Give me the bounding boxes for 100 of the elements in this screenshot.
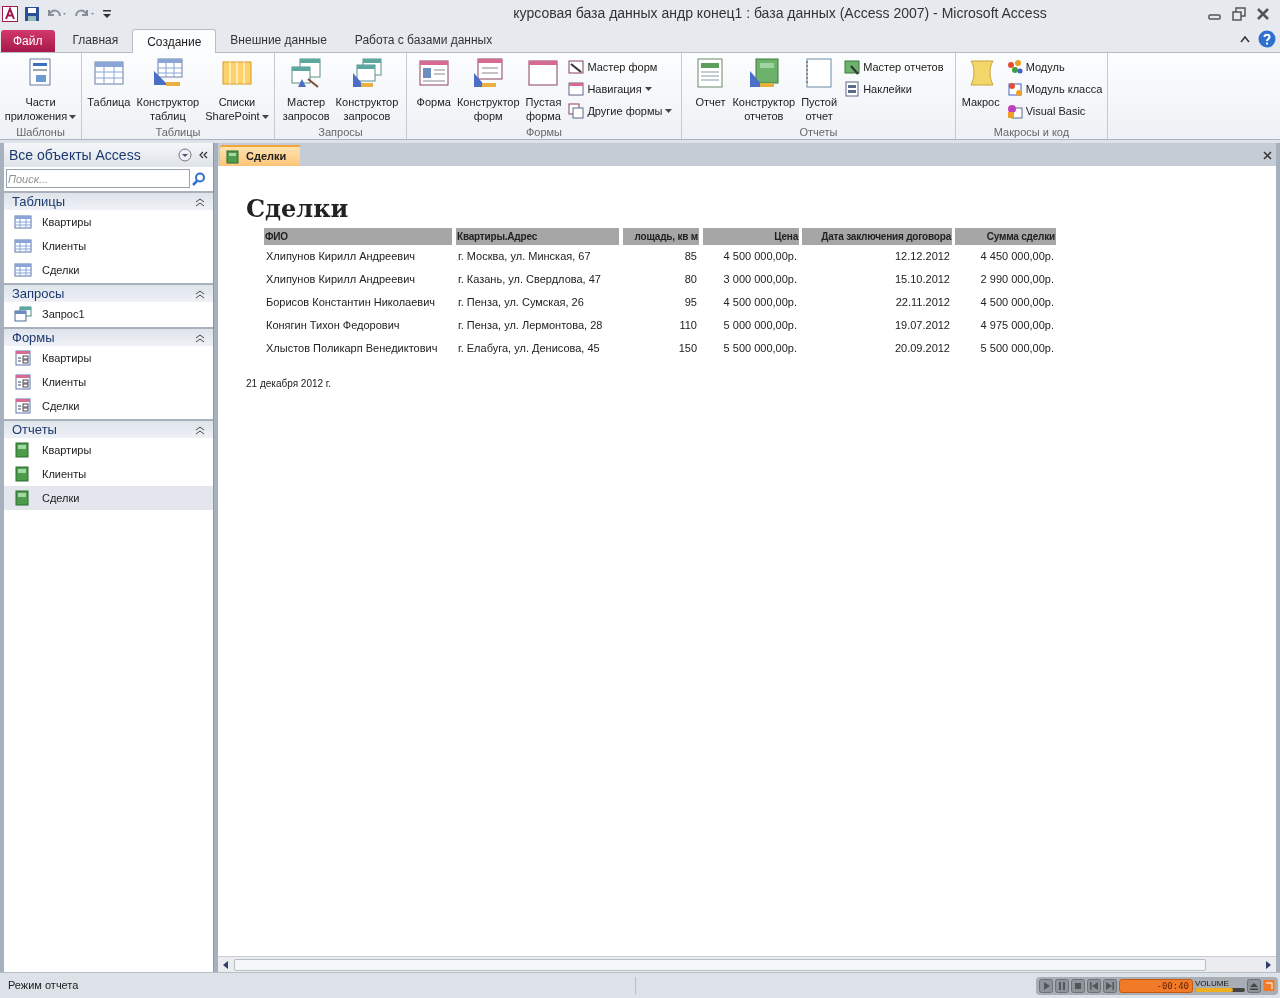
volume-slider[interactable] xyxy=(1195,988,1245,992)
section-header[interactable]: Таблицы xyxy=(4,191,213,210)
search-icon[interactable] xyxy=(192,171,206,186)
nav-item[interactable]: Клиенты xyxy=(4,462,213,486)
section-header[interactable]: Отчеты xyxy=(4,419,213,438)
report-icon xyxy=(14,490,32,506)
pause-icon[interactable] xyxy=(1055,978,1069,993)
pane-title: Все объекты Access xyxy=(9,145,141,165)
nav-item[interactable]: Клиенты xyxy=(4,234,213,258)
previous-icon[interactable] xyxy=(1087,978,1101,993)
save-icon[interactable] xyxy=(24,5,40,22)
ribbon-tab[interactable]: Файл xyxy=(1,30,55,52)
play-icon[interactable] xyxy=(1039,978,1053,993)
nav-item[interactable]: Квартиры xyxy=(4,346,213,370)
window-title: курсовая база данных андр конец1 : база данных (Access 2007) - Microsoft Access xyxy=(512,4,1048,23)
table-cell-text: 95 xyxy=(683,295,698,311)
ribbon-tab[interactable]: Создание xyxy=(132,29,217,53)
ribbon-button[interactable]: Конструктор запросов xyxy=(333,57,401,123)
help-icon[interactable] xyxy=(1258,30,1276,48)
ribbon-tab[interactable]: Внешние данные xyxy=(216,28,341,52)
table-cell-text: Хлипунов Кирилл Андреевич xyxy=(265,249,417,265)
document-tab[interactable]: Сделки xyxy=(220,145,301,166)
collapse-ribbon-icon[interactable] xyxy=(1240,35,1250,43)
section-header[interactable]: Запросы xyxy=(4,283,213,302)
table-cell-text: 19.07.2012 xyxy=(893,318,951,334)
volume-label: VOLUME xyxy=(1195,979,1229,988)
ribbon-button[interactable]: Форма xyxy=(414,57,453,109)
ribbon-button[interactable]: Конструктор форм xyxy=(454,57,522,123)
nav-item[interactable]: Квартиры xyxy=(4,438,213,462)
table-cell-text: г. Пенза, ул. Лермонтова, 28 xyxy=(457,318,604,334)
ribbon-button[interactable]: Конструктор таблиц xyxy=(134,57,202,123)
form-design-icon xyxy=(472,57,505,89)
nav-item[interactable]: Сделки xyxy=(4,394,213,418)
collapse-pane-icon[interactable] xyxy=(198,150,208,160)
ribbon-button[interactable]: Списки SharePoint xyxy=(203,57,271,123)
column-header: Квартиры.Адрес xyxy=(456,228,619,245)
group-label: Запросы xyxy=(317,125,364,139)
nav-item[interactable]: Запрос1 xyxy=(4,302,213,326)
table-cell-text: 5 500 000,00р. xyxy=(979,341,1055,357)
restore-icon[interactable] xyxy=(1232,6,1246,21)
ribbon-button[interactable]: Пустая форма xyxy=(523,57,564,123)
report-date: 21 декабря 2012 г. xyxy=(246,377,333,391)
ribbon-button[interactable]: Другие формы xyxy=(567,101,674,121)
ribbon-button[interactable]: Макрос xyxy=(959,57,1002,109)
time-display: -00:40 xyxy=(1119,978,1193,993)
form-icon xyxy=(14,398,32,414)
query-icon xyxy=(14,306,32,322)
group-label: Отчеты xyxy=(798,125,839,139)
ribbon-button[interactable]: Пустой отчет xyxy=(799,57,840,123)
table-cell-text: 2 990 000,00р. xyxy=(979,272,1055,288)
ribbon-button[interactable]: Мастер запросов xyxy=(280,57,332,123)
access-logo-icon[interactable] xyxy=(2,5,18,22)
scrollbar-thumb[interactable] xyxy=(234,958,1206,971)
form-wizard-icon xyxy=(568,59,585,75)
table-cell-text: 4 450 000,00р. xyxy=(979,249,1055,265)
ribbon-button[interactable]: Конструктор отчетов xyxy=(730,57,798,123)
nav-item[interactable]: Сделки xyxy=(4,258,213,282)
table-cell-text: Борисов Константин Николаевич xyxy=(265,295,437,311)
ribbon-button[interactable]: Мастер отчетов xyxy=(843,57,945,77)
ribbon-button[interactable]: Модуль класса xyxy=(1005,79,1104,99)
ribbon-tab[interactable]: Работа с базами данных xyxy=(340,28,507,52)
ribbon-button[interactable]: Мастер форм xyxy=(567,57,674,77)
ribbon-button[interactable]: Таблица xyxy=(85,57,133,109)
forms-icon xyxy=(568,103,585,119)
ribbon-button[interactable]: Модуль xyxy=(1005,57,1104,77)
ribbon-button[interactable]: Отчет xyxy=(692,57,729,109)
nav-item[interactable]: Сделки xyxy=(4,486,213,510)
close-icon[interactable] xyxy=(1263,151,1272,160)
ribbon-button[interactable]: Visual Basic xyxy=(1005,101,1104,121)
collapse-icon xyxy=(195,332,205,343)
section-header[interactable]: Формы xyxy=(4,327,213,346)
table-cell-text: 22.11.2012 xyxy=(894,295,951,311)
nav-item[interactable]: Квартиры xyxy=(4,210,213,234)
form-icon xyxy=(14,374,32,390)
table-cell-text: 5 500 000,00р. xyxy=(722,341,798,357)
report-icon xyxy=(14,442,32,458)
stop-icon[interactable] xyxy=(1071,978,1085,993)
search-field[interactable]: Поиск... xyxy=(6,169,190,188)
table-cell-text: г. Елабуга, ул. Денисова, 45 xyxy=(457,341,601,357)
group-label: Таблицы xyxy=(154,125,202,139)
query-wizard-icon xyxy=(290,57,323,89)
horizontal-scrollbar[interactable] xyxy=(218,956,1276,972)
ribbon-button[interactable]: Наклейки xyxy=(843,79,945,99)
labels-icon xyxy=(844,81,861,97)
column-header: Дата заключения договора xyxy=(802,228,952,245)
next-icon[interactable] xyxy=(1103,978,1117,993)
collapse-icon xyxy=(195,424,205,435)
ribbon-button[interactable]: Навигация xyxy=(567,79,674,99)
table-cell-text: 4 500 000,00р. xyxy=(722,249,798,265)
status-text: Режим отчета xyxy=(0,977,636,994)
ribbon-button[interactable]: Части приложения xyxy=(2,57,79,123)
nav-item[interactable]: Клиенты xyxy=(4,370,213,394)
dropdown-circle-icon[interactable] xyxy=(178,148,192,162)
table-cell-text: 3 000 000,00р. xyxy=(722,272,798,288)
collapse-icon xyxy=(195,288,205,299)
ribbon-tab[interactable]: Главная xyxy=(58,28,133,52)
eject-icon[interactable] xyxy=(1247,978,1261,993)
close-icon[interactable] xyxy=(1256,6,1270,21)
table-cell-text: Хлыстов Поликарп Венедиктович xyxy=(265,341,439,357)
report-design-icon xyxy=(747,57,780,89)
